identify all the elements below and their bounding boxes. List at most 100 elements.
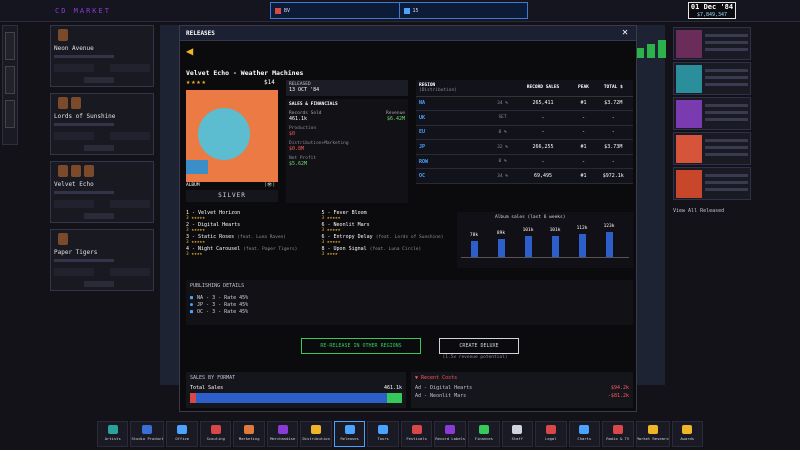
chart-axis	[461, 257, 629, 258]
dock-staff[interactable]: Staff	[501, 421, 534, 447]
artist-card[interactable]: Velvet Echo	[50, 161, 154, 223]
member-avatars	[54, 233, 150, 247]
cell-sales: 69,495	[512, 168, 574, 184]
back-arrow-icon[interactable]: ◀	[186, 45, 200, 58]
cell-peak: #1	[573, 168, 594, 184]
region-row: UK SET - - -	[416, 110, 633, 126]
side-tool[interactable]	[5, 100, 15, 128]
dock-radio-tv[interactable]: Radio & TV	[602, 421, 634, 447]
region-row: ROW 0 % - - -	[416, 154, 633, 170]
artist-card[interactable]: Paper Tigers	[50, 229, 154, 291]
dock-icon	[411, 425, 422, 434]
cell-pct: 34 %	[492, 168, 513, 184]
cell-region: NA	[416, 96, 493, 112]
member-avatars	[54, 97, 150, 111]
release-info-panel: RELEASED 13 OCT '84 SALES & FINANCIALS R…	[286, 80, 408, 203]
ticker-right: 15	[398, 3, 528, 18]
view-all-released-link[interactable]: View All Released	[673, 208, 724, 214]
publishing-row: ■ OC - 3 - Rate 45%	[190, 309, 249, 315]
cell-sales: 266,255	[512, 139, 574, 155]
member-avatars	[54, 165, 150, 179]
chart-bar	[579, 234, 586, 258]
track-item: 5 - Fever Bloom 3 ★★★★★	[321, 210, 367, 221]
format-segment	[387, 393, 402, 403]
cell-peak: -	[573, 154, 594, 170]
cell-peak: -	[573, 125, 594, 141]
records-sold-value: 461.1k	[289, 116, 308, 122]
artist-card[interactable]: Lords of Sunshine	[50, 93, 154, 155]
track-item: 2 - Digital Hearts 3 ★★★★★	[186, 222, 241, 233]
dock-icon	[107, 425, 118, 434]
track-list: 1 - Velvet Horizon 3 ★★★★★ 5 - Fever Bloo…	[186, 210, 451, 257]
dock-record-labels[interactable]: Record Labels	[434, 421, 467, 447]
current-date: 01 Dec '84	[690, 3, 734, 11]
news-ticker[interactable]: BV 15	[270, 2, 528, 19]
sales-chart: Album sales (last 6 weeks) 78k 89k 101k 101…	[457, 212, 633, 268]
dock-market-research[interactable]: Market Research	[635, 421, 670, 447]
cell-pct: SET	[492, 110, 513, 126]
dock-icon	[244, 425, 255, 434]
side-tool[interactable]	[5, 32, 15, 60]
dock-awards[interactable]: Awards	[671, 421, 703, 447]
member-avatars	[54, 29, 150, 43]
dock-charts[interactable]: Charts	[568, 421, 601, 447]
sales-by-format: SALES BY FORMAT Total Sales 461.1k	[186, 372, 406, 408]
dock-merchandise[interactable]: Merchandise	[266, 421, 299, 447]
dock-icon	[612, 425, 623, 434]
chart-title: Album sales (last 6 weeks)	[495, 215, 566, 220]
chart-bar	[471, 241, 478, 258]
certification-badge: SILVER	[186, 190, 278, 202]
release-card[interactable]	[673, 132, 751, 165]
close-icon[interactable]: ✕	[622, 27, 628, 38]
release-card[interactable]	[673, 62, 751, 95]
track-item: 3 - Static Roses (feat. Luna Raven) 3 ★★★…	[186, 234, 286, 245]
dock-tours[interactable]: Tours	[367, 421, 399, 447]
col-total: TOTAL $	[593, 80, 633, 97]
production-value: $0	[289, 131, 296, 137]
publishing-details: PUBLISHING DETAILS ■ NA - 3 - Rate 45% ● J…	[186, 280, 633, 325]
revenue-value: $6.42M	[386, 116, 405, 122]
cost-row: Ad - Neonlit Mars -$81.2k	[415, 393, 629, 399]
track-item: 6 - Entropy Delay (feat. Lords of Sunshi…	[321, 234, 444, 245]
create-deluxe-button[interactable]: CREATE DELUXE	[439, 338, 519, 354]
dock-finances[interactable]: Finances	[468, 421, 500, 447]
view-cover-button[interactable]: [👁]	[264, 183, 275, 188]
track-item: 4 - Night Carousel (feat. Paper Tigers) 3…	[186, 246, 298, 257]
dock-studio-production[interactable]: Studio Production	[130, 421, 165, 447]
artist-card[interactable]: Neon Avenue	[50, 25, 154, 87]
total-sales-value: 461.1k	[383, 385, 402, 391]
dock-distribution[interactable]: Distribution	[300, 421, 332, 447]
region-row: OC 34 % 69,495 #1 $972.1k	[416, 168, 633, 184]
rerelease-button[interactable]: RE-RELEASE IN OTHER REGIONS	[301, 338, 421, 354]
side-tool[interactable]	[5, 66, 15, 94]
chart-data-label: 101k	[549, 228, 561, 234]
cell-pct: 0 %	[492, 125, 513, 141]
dock-legal[interactable]: Legal	[535, 421, 567, 447]
cell-total: -	[593, 125, 633, 141]
album-type-label: ALBUM	[186, 183, 200, 188]
track-item: 6 - Neonlit Mars 3 ★★★★★	[321, 222, 370, 233]
background-chart	[636, 40, 666, 58]
dock-icon	[177, 425, 188, 434]
release-card[interactable]	[673, 97, 751, 130]
dock-artists[interactable]: Artists	[97, 421, 129, 447]
ticker-left: BV	[271, 3, 399, 18]
dock-icon	[210, 425, 221, 434]
left-tool-strip[interactable]	[2, 25, 18, 145]
dock-festivals[interactable]: Festivals	[400, 421, 433, 447]
dock-scouting[interactable]: Scouting	[199, 421, 232, 447]
cell-region: EU	[416, 125, 493, 141]
publishing-row: ■ NA - 3 - Rate 45%	[190, 295, 249, 301]
cover-sun-shape	[198, 108, 250, 160]
dock-office[interactable]: Office	[166, 421, 198, 447]
dock-icon	[512, 425, 523, 434]
dock-marketing[interactable]: Marketing	[233, 421, 265, 447]
release-card[interactable]	[673, 27, 751, 60]
dock-icon	[682, 425, 693, 434]
release-card[interactable]	[673, 167, 751, 200]
cell-pct: 34 %	[492, 96, 513, 112]
bottom-dock: ArtistsStudio ProductionOfficeScoutingMa…	[97, 421, 703, 447]
dock-releases[interactable]: Releases	[333, 421, 366, 447]
cell-region: OC	[416, 168, 493, 184]
dock-icon	[142, 425, 153, 434]
